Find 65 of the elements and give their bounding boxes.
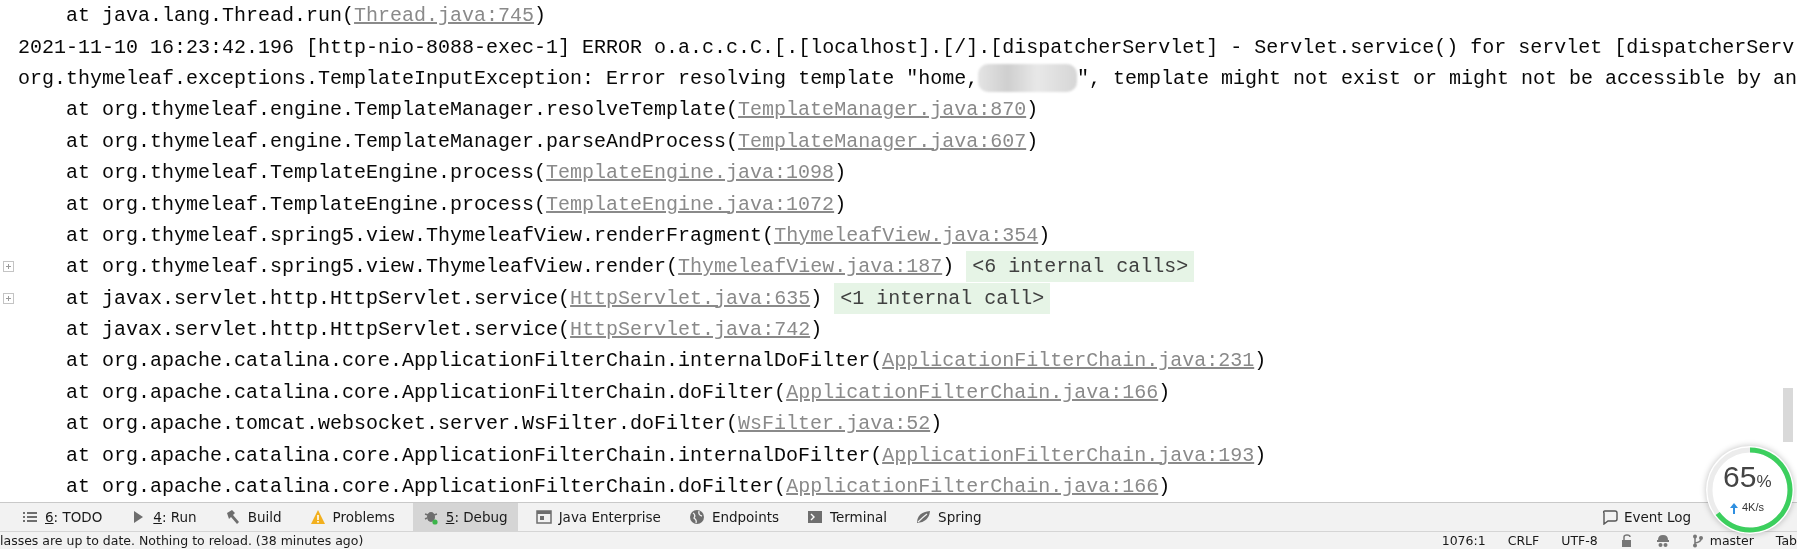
log-text: org.thymeleaf.exceptions.TemplateInputException: Error resolving template "home, [18, 66, 979, 90]
globe-icon [688, 509, 705, 526]
log-text: ", template might not exist or might not be accessible by an [1076, 66, 1797, 90]
branch-icon[interactable] [1691, 533, 1704, 548]
log-text: at javax.servlet.http.HttpServlet.service( [66, 286, 571, 310]
log-text: at org.apache.catalina.core.ApplicationFilterChain.internalDoFilter( [66, 443, 883, 467]
fold-icon[interactable] [3, 261, 14, 273]
window-icon [535, 509, 552, 526]
log-text: 2021-11-10 16:23:42.196 [http-nio-8088-exec-1] ERROR o.a.c.c.C.[.[localhost].[/].[dispatcherServlet] - Servlet.service() for servlet [dispatcherServ [18, 35, 1795, 59]
log-text: ) [942, 255, 955, 279]
tool-window-tab[interactable]: Java Enterprise [525, 503, 671, 532]
log-text: ) [930, 412, 943, 436]
log-text: at org.apache.catalina.core.ApplicationFilterChain.doFilter( [66, 380, 787, 404]
caret-position[interactable]: 1076:1 [1441, 533, 1486, 549]
log-text: ) [1038, 223, 1051, 247]
upload-arrow-icon [1730, 503, 1738, 514]
log-text: at javax.servlet.http.HttpServlet.service( [66, 318, 571, 342]
tool-window-tab[interactable]: 5: Debug [412, 503, 518, 532]
log-text: at org.thymeleaf.TemplateEngine.process( [66, 161, 547, 185]
event-log-button[interactable]: Event Log [1595, 503, 1697, 532]
file-encoding[interactable]: UTF-8 [1561, 533, 1598, 549]
tool-window-tab[interactable]: Problems [299, 503, 405, 532]
log-text: ) [1158, 380, 1171, 404]
scrollbar-thumb[interactable] [1783, 388, 1793, 442]
log-text: at java.lang.Thread.run( [66, 4, 355, 28]
bug-icon [422, 509, 439, 526]
terminal-icon [807, 509, 823, 526]
log-text: ) [810, 286, 823, 310]
log-text: ) [834, 161, 847, 185]
log-text: ) [1254, 349, 1267, 373]
log-text: ) [1254, 443, 1267, 467]
meter-percent: 65% [1723, 460, 1772, 494]
speech-bubble-icon [1601, 509, 1618, 526]
log-text: ) [834, 192, 847, 216]
unlock-icon[interactable] [1619, 533, 1634, 548]
tool-window-tab[interactable]: 6: TODO [12, 503, 113, 532]
log-text: at org.apache.catalina.core.ApplicationFilterChain.internalDoFilter( [66, 349, 883, 373]
upload-speed: 4K/s [1742, 501, 1764, 513]
tool-window-tab[interactable]: Spring [905, 503, 992, 532]
status-message: lasses are up to date. Nothing to reload. (38 minutes ago) [0, 533, 364, 549]
fold-icon[interactable] [3, 292, 14, 304]
log-text: ) [534, 4, 547, 28]
indent-setting[interactable]: Tab [1775, 533, 1797, 549]
internal-calls-note[interactable]: <6 internal calls> [966, 251, 1195, 283]
tool-window-tab[interactable]: Endpoints [678, 503, 789, 532]
log-text: at org.apache.tomcat.websocket.server.WsFilter.doFilter( [66, 412, 739, 436]
tool-window-tab[interactable]: 4: Run [120, 503, 207, 532]
git-branch[interactable]: master [1709, 533, 1754, 549]
log-text: ) [1026, 129, 1039, 153]
tool-window-tab[interactable]: Terminal [797, 503, 898, 532]
log-text: ) [810, 318, 823, 342]
log-text: at org.thymeleaf.TemplateEngine.process( [66, 192, 547, 216]
line-separator[interactable]: CRLF [1507, 533, 1540, 549]
warning-icon [309, 509, 326, 526]
internal-calls-note[interactable]: <1 internal call> [834, 282, 1051, 314]
log-text: ) [1158, 475, 1171, 499]
log-text: at org.thymeleaf.engine.TemplateManager.parseAndProcess( [66, 129, 739, 153]
log-text: at org.thymeleaf.spring5.view.ThymeleafView.render( [66, 255, 679, 279]
leaf-icon [915, 509, 932, 526]
tool-window-tab[interactable]: Build [214, 503, 292, 532]
log-text: ) [1026, 98, 1039, 122]
log-text: at org.thymeleaf.spring5.view.ThymeleafView.renderFragment( [66, 223, 775, 247]
log-text: at org.thymeleaf.engine.TemplateManager.resolveTemplate( [66, 98, 739, 122]
hammer-icon [224, 509, 241, 526]
log-text: at org.apache.catalina.core.ApplicationFilterChain.doFilter( [66, 475, 787, 499]
